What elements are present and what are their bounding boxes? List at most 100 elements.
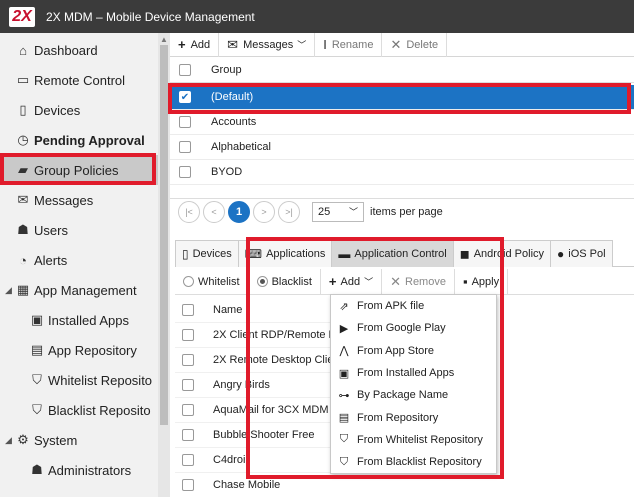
- sidebar: ⌂ Dashboard ▭ Remote Control ▯ Devices ◷ Pen…: [0, 33, 158, 497]
- menu-item-label: From APK file: [357, 300, 425, 313]
- radio-selected[interactable]: [256, 276, 268, 287]
- logo: 2X: [0, 0, 44, 33]
- blacklist-radio[interactable]: Blacklist: [249, 268, 321, 295]
- row-checkbox[interactable]: [179, 141, 191, 153]
- sidebar-item-remote-control[interactable]: ▭ Remote Control: [0, 65, 158, 95]
- page-size-select[interactable]: 25 ﹀: [312, 201, 364, 222]
- app-name: AquaMail for 3CX MDM: [213, 404, 329, 416]
- menu-item-by-package-name[interactable]: ⊶ By Package Name: [331, 384, 496, 406]
- app-control-icon: ▬: [338, 247, 351, 261]
- sidebar-item-system[interactable]: ◢ ⚙ System: [0, 425, 158, 455]
- row-checkbox[interactable]: [182, 404, 194, 416]
- remove-button[interactable]: ✕ Remove: [382, 268, 455, 295]
- title-bar: 2X 2X MDM – Mobile Device Management: [0, 0, 634, 33]
- row-checkbox[interactable]: ✔: [179, 91, 191, 103]
- collapse-caret-icon[interactable]: ◢: [5, 435, 15, 446]
- row-checkbox[interactable]: [179, 116, 191, 128]
- menu-item-from-whitelist-repository[interactable]: ⛉ From Whitelist Repository: [331, 429, 496, 451]
- add-app-button[interactable]: + Add ﹀: [321, 268, 383, 295]
- collapse-caret-icon[interactable]: ◢: [5, 285, 15, 296]
- add-button[interactable]: + Add: [170, 32, 220, 57]
- installed-icon: ▣: [30, 312, 44, 327]
- messages-button[interactable]: ✉ Messages ﹀: [219, 32, 316, 57]
- sidebar-item-whitelist-repository[interactable]: ⛉ Whitelist Reposito: [0, 365, 158, 395]
- page-number-button[interactable]: 1: [228, 200, 250, 223]
- pager: |< < 1 > >| 25 ﹀ items per page: [170, 198, 634, 224]
- row-checkbox[interactable]: [182, 354, 194, 366]
- sidebar-item-label: Installed Apps: [48, 312, 129, 328]
- sidebar-item-users[interactable]: ☗ Users: [0, 215, 158, 245]
- keyboard-icon: ⌨: [244, 247, 263, 261]
- row-checkbox[interactable]: [179, 166, 191, 178]
- sidebar-item-installed-apps[interactable]: ▣ Installed Apps: [0, 305, 158, 335]
- phone-icon: ▯: [19, 102, 27, 117]
- prev-page-icon[interactable]: <: [203, 200, 225, 223]
- close-icon: ✕: [390, 273, 401, 289]
- rename-button[interactable]: I Rename: [315, 32, 383, 57]
- sidebar-item-administrators[interactable]: ☗ Administrators: [0, 455, 158, 485]
- list-item[interactable]: Chase Mobile: [175, 473, 475, 497]
- next-page-icon[interactable]: >: [253, 200, 275, 223]
- select-all-checkbox[interactable]: [182, 304, 194, 316]
- table-row[interactable]: ✔ (Default): [170, 85, 634, 110]
- whitelist-icon: ⛉: [339, 433, 349, 446]
- repository-icon: ▤: [338, 412, 350, 425]
- timer-icon: ◔: [19, 252, 27, 268]
- menu-item-from-apk-file[interactable]: ⇗ From APK file: [331, 295, 496, 317]
- sidebar-item-app-management[interactable]: ◢ ▦ App Management: [0, 275, 158, 305]
- sidebar-item-label: Administrators: [48, 462, 132, 478]
- row-checkbox[interactable]: [182, 479, 194, 491]
- sidebar-item-alerts[interactable]: ◔ Alerts: [0, 245, 158, 275]
- close-icon: ✕: [390, 36, 402, 52]
- sidebar-item-group-policies[interactable]: ▰ Group Policies: [0, 155, 158, 185]
- tab-android-policy[interactable]: ◼ Android Policy: [452, 240, 552, 267]
- menu-item-label: From App Store: [357, 344, 435, 357]
- group-name: (Default): [211, 91, 254, 103]
- sidebar-item-pending-approval[interactable]: ◷ Pending Approval: [0, 125, 158, 155]
- sidebar-item-label: Remote Control: [34, 72, 126, 88]
- tab-application-control[interactable]: ▬ Application Control: [331, 240, 454, 267]
- tab-devices[interactable]: ▯ Devices: [175, 240, 239, 267]
- blacklist-icon: ⛉: [339, 455, 349, 468]
- column-header-group[interactable]: Group: [211, 64, 242, 76]
- row-checkbox[interactable]: [182, 454, 194, 466]
- first-page-icon[interactable]: |<: [178, 200, 200, 223]
- column-header-name[interactable]: Name: [213, 304, 242, 316]
- table-row[interactable]: Accounts: [170, 110, 634, 135]
- menu-item-from-blacklist-repository[interactable]: ⛉ From Blacklist Repository: [331, 451, 496, 473]
- shield-icon: ⛉: [32, 402, 42, 417]
- radio-unselected[interactable]: [183, 276, 194, 287]
- row-checkbox[interactable]: [182, 379, 194, 391]
- whitelist-radio[interactable]: Whitelist: [175, 268, 249, 295]
- sidebar-item-label: Alerts: [34, 252, 68, 268]
- table-row[interactable]: BYOD: [170, 160, 634, 185]
- row-checkbox[interactable]: [182, 429, 194, 441]
- sidebar-scrollbar-thumb[interactable]: [160, 45, 168, 425]
- apply-button[interactable]: ▪ Apply: [455, 268, 509, 295]
- menu-item-from-google-play[interactable]: ▶ From Google Play: [331, 317, 496, 339]
- sidebar-item-app-repository[interactable]: ▤ App Repository: [0, 335, 158, 365]
- menu-item-from-app-store[interactable]: ⋀ From App Store: [331, 340, 496, 362]
- apply-label: Apply: [471, 275, 500, 288]
- row-checkbox[interactable]: [182, 329, 194, 341]
- scroll-up-icon[interactable]: ▲: [158, 35, 170, 45]
- tab-applications[interactable]: ⌨ Applications: [237, 240, 333, 267]
- sidebar-item-label: Users: [34, 222, 68, 238]
- table-row[interactable]: Alphabetical: [170, 135, 634, 160]
- delete-button[interactable]: ✕ Delete: [382, 32, 448, 57]
- app-name: 2X Remote Desktop Clie: [213, 354, 334, 366]
- sidebar-item-blacklist-repository[interactable]: ⛉ Blacklist Reposito: [0, 395, 158, 425]
- add-label: Add: [340, 275, 361, 288]
- admin-icon: ☗: [31, 462, 43, 477]
- select-all-checkbox[interactable]: [179, 64, 191, 76]
- last-page-icon[interactable]: >|: [278, 200, 300, 223]
- sidebar-item-messages[interactable]: ✉ Messages: [0, 185, 158, 215]
- apple-icon: ●: [557, 247, 565, 261]
- menu-item-from-repository[interactable]: ▤ From Repository: [331, 406, 496, 428]
- sidebar-item-dashboard[interactable]: ⌂ Dashboard: [0, 35, 158, 65]
- text-cursor-icon: I: [323, 37, 327, 52]
- tab-ios-policy[interactable]: ● iOS Pol: [550, 240, 613, 267]
- sidebar-item-devices[interactable]: ▯ Devices: [0, 95, 158, 125]
- menu-item-from-installed-apps[interactable]: ▣ From Installed Apps: [331, 362, 496, 384]
- devices-icon: ▯: [182, 247, 189, 261]
